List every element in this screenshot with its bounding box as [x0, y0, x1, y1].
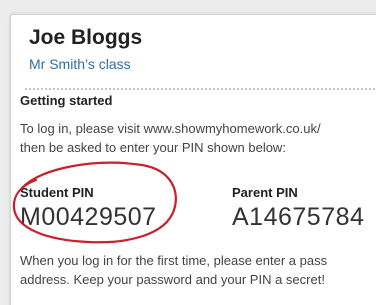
- footer-line: address. Keep your password and your PIN…: [20, 272, 325, 287]
- instructions-line: then be asked to enter your PIN shown be…: [20, 140, 286, 155]
- instructions-line: To log in, please visit www.showmyhomewo…: [20, 121, 321, 136]
- parent-pin-value: A14675784: [232, 203, 365, 231]
- footer-line: When you log in for the first time, plea…: [20, 253, 328, 268]
- dotted-divider: [25, 88, 376, 90]
- student-pin-value: M00429507: [20, 203, 157, 231]
- login-instructions: To log in, please visit www.showmyhomewo…: [20, 119, 321, 157]
- parent-pin-label: Parent PIN: [232, 185, 298, 200]
- class-name: Mr Smith’s class: [29, 56, 131, 72]
- getting-started-heading: Getting started: [20, 93, 113, 108]
- student-name: Joe Bloggs: [29, 26, 143, 49]
- first-login-note: When you log in for the first time, plea…: [20, 251, 327, 289]
- student-pin-label: Student PIN: [20, 185, 94, 200]
